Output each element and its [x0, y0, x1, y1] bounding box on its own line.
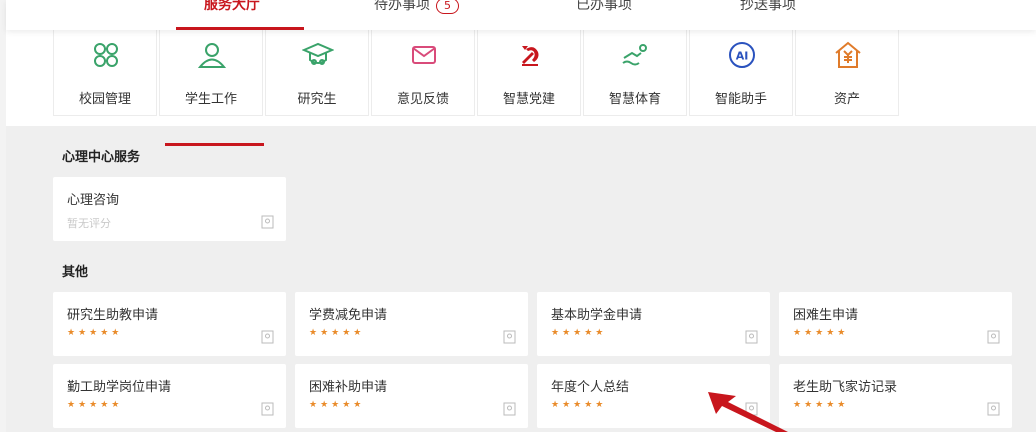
- service-card-name: 基本助学金申请: [551, 308, 643, 323]
- party-emblem-icon: [522, 46, 539, 66]
- category-label: 意见反馈: [396, 92, 449, 107]
- service-card-rating-text: 暂无评分: [67, 217, 111, 230]
- service-card-name: 勤工助学岗位申请: [67, 380, 172, 395]
- service-card-name: 研究生助教申请: [67, 308, 159, 323]
- service-card[interactable]: 勤工助学岗位申请 ★★★★★: [53, 364, 286, 428]
- category-student-work[interactable]: 学生工作: [159, 30, 263, 116]
- category-graduate[interactable]: 研究生: [265, 30, 369, 116]
- student-user-icon: [197, 43, 227, 68]
- favorite-bookmark-icon[interactable]: [745, 330, 758, 344]
- category-label: 智能助手: [714, 92, 767, 107]
- service-card-name: 年度个人总结: [551, 380, 630, 395]
- section-title-psych-center: 心理中心服务: [62, 150, 141, 165]
- category-label: 研究生: [297, 92, 337, 107]
- tab-cc[interactable]: 抄送事项: [740, 0, 796, 14]
- category-smart-party[interactable]: 智慧党建: [477, 30, 581, 116]
- category-label: 资产: [833, 92, 860, 107]
- category-assets[interactable]: 资产: [795, 30, 899, 116]
- envelope-icon: [412, 46, 436, 64]
- service-card-stars: ★★★★★: [309, 400, 365, 410]
- service-card[interactable]: 困难补助申请 ★★★★★: [295, 364, 528, 428]
- service-card[interactable]: 基本助学金申请 ★★★★★: [537, 292, 770, 356]
- category-label: 智慧体育: [608, 92, 661, 107]
- service-card-name: 困难补助申请: [309, 380, 388, 395]
- service-card-psych-consult[interactable]: 心理咨询 暂无评分: [53, 177, 286, 241]
- service-card-stars: ★★★★★: [551, 400, 607, 410]
- favorite-bookmark-icon[interactable]: [261, 215, 274, 229]
- active-category-indicator: [165, 143, 264, 146]
- category-label: 学生工作: [184, 92, 237, 107]
- favorite-bookmark-icon[interactable]: [503, 330, 516, 344]
- service-card-stars: ★★★★★: [793, 328, 849, 338]
- service-card-name: 老生助飞家访记录: [793, 380, 898, 395]
- service-card[interactable]: 困难生申请 ★★★★★: [779, 292, 1012, 356]
- top-tab-bar: 服务大厅 待办事项 5 已办事项 抄送事项: [6, 0, 1036, 30]
- service-card-stars: ★★★★★: [551, 328, 607, 338]
- campus-grid-icon: [94, 43, 118, 67]
- todo-count-badge: 5: [436, 0, 459, 14]
- service-card-name: 学费减免申请: [309, 308, 388, 323]
- tab-done[interactable]: 已办事项: [576, 0, 632, 14]
- yuan-house-icon: [835, 41, 861, 68]
- ai-assistant-icon: AI: [729, 42, 755, 68]
- category-feedback[interactable]: 意见反馈: [371, 30, 475, 116]
- swimmer-icon: [622, 44, 647, 66]
- category-smart-sports[interactable]: 智慧体育: [583, 30, 687, 116]
- service-card-name: 困难生申请: [793, 308, 859, 323]
- service-hall-main: 服务大厅 待办事项 5 已办事项 抄送事项 校园管理 学生工作 研究生 意见反馈…: [6, 0, 1036, 432]
- category-label: 智慧党建: [502, 92, 555, 107]
- category-smart-assistant[interactable]: AI 智能助手: [689, 30, 793, 116]
- active-tab-indicator: [176, 27, 304, 30]
- graduate-cap-icon: [302, 42, 334, 65]
- service-card-name: 心理咨询: [67, 193, 120, 208]
- red-arrow-annotation-icon: [708, 392, 788, 432]
- favorite-bookmark-icon[interactable]: [261, 330, 274, 344]
- tab-todo[interactable]: 待办事项 5: [374, 0, 459, 14]
- favorite-bookmark-icon[interactable]: [261, 402, 274, 416]
- svg-text:AI: AI: [736, 50, 749, 63]
- favorite-bookmark-icon[interactable]: [987, 402, 1000, 416]
- service-card[interactable]: 老生助飞家访记录 ★★★★★: [779, 364, 1012, 428]
- tab-service-hall[interactable]: 服务大厅: [204, 0, 260, 14]
- category-label: 校园管理: [78, 92, 131, 107]
- service-card[interactable]: 学费减免申请 ★★★★★: [295, 292, 528, 356]
- category-bar: 校园管理 学生工作 研究生 意见反馈 智慧党建 智慧体育 AI 智能助手 资产: [6, 30, 1036, 146]
- service-card[interactable]: 研究生助教申请 ★★★★★: [53, 292, 286, 356]
- section-title-other: 其他: [62, 265, 89, 280]
- favorite-bookmark-icon[interactable]: [987, 330, 1000, 344]
- category-campus-management[interactable]: 校园管理: [53, 30, 157, 116]
- service-card-stars: ★★★★★: [793, 400, 849, 410]
- favorite-bookmark-icon[interactable]: [503, 402, 516, 416]
- service-card-stars: ★★★★★: [67, 400, 123, 410]
- service-card-stars: ★★★★★: [309, 328, 365, 338]
- service-card-stars: ★★★★★: [67, 328, 123, 338]
